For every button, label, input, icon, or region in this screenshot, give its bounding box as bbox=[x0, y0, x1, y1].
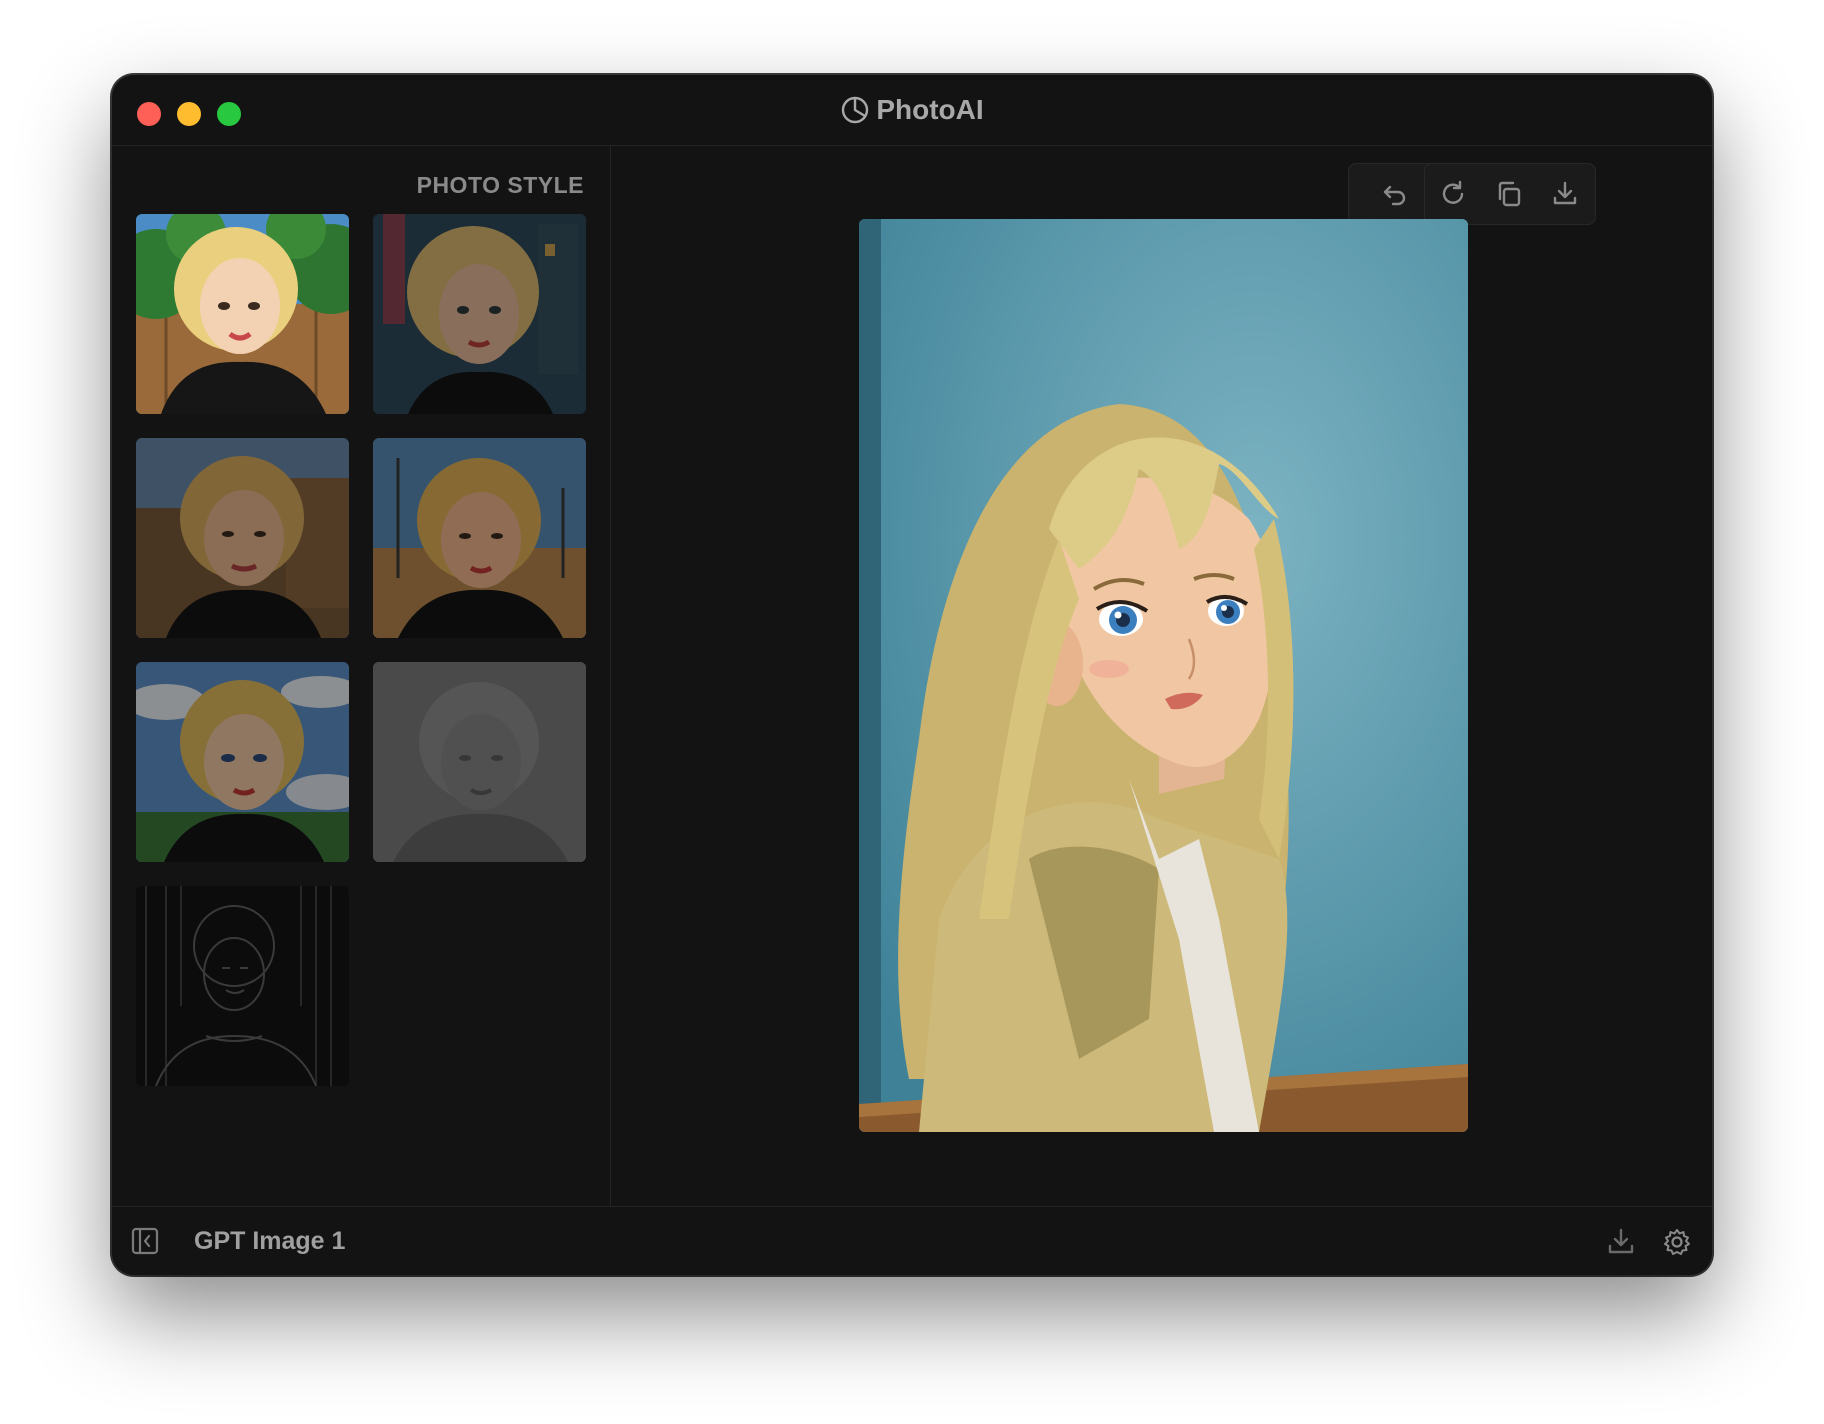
thumbnail-dim-overlay bbox=[373, 662, 586, 862]
photo-style-sidebar: PHOTO STYLE bbox=[112, 146, 611, 1206]
sidebar-heading: PHOTO STYLE bbox=[416, 172, 584, 198]
app-title: PhotoAI bbox=[112, 95, 1712, 125]
style-thumbnail-grayscale-photo[interactable] bbox=[373, 662, 586, 862]
download-button[interactable] bbox=[1537, 164, 1593, 224]
save-icon bbox=[1608, 1228, 1634, 1254]
style-thumbnail-anime-street[interactable] bbox=[373, 438, 586, 638]
image-actions-toolbar-group bbox=[1424, 163, 1596, 225]
style-thumbnail-illustrated-garden[interactable] bbox=[136, 214, 349, 414]
undo-button[interactable] bbox=[1367, 164, 1423, 224]
gear-icon bbox=[1664, 1229, 1690, 1255]
aperture-icon bbox=[842, 96, 869, 124]
app-window: PhotoAI PHOTO STYLE GPT Image 1 bbox=[112, 75, 1712, 1275]
style-thumbnail-line-art-sketch[interactable] bbox=[136, 886, 349, 1086]
refresh-icon bbox=[1442, 180, 1464, 204]
thumbnail-dim-overlay bbox=[136, 662, 349, 862]
regenerate-button[interactable] bbox=[1425, 164, 1481, 224]
settings-button[interactable] bbox=[1661, 1226, 1693, 1258]
copy-button[interactable] bbox=[1481, 164, 1537, 224]
undo-icon bbox=[1383, 185, 1406, 206]
download-icon bbox=[1553, 181, 1577, 205]
style-thumbnail-anime-city-night[interactable] bbox=[373, 214, 586, 414]
model-name-label[interactable]: GPT Image 1 bbox=[194, 1227, 345, 1256]
thumbnail-dim-overlay bbox=[373, 438, 586, 638]
toggle-sidebar-button[interactable] bbox=[130, 1226, 160, 1256]
app-title-text: PhotoAI bbox=[876, 94, 984, 125]
style-thumbnail-cartoon-sky[interactable] bbox=[136, 662, 349, 862]
title-bar: PhotoAI bbox=[112, 75, 1712, 146]
copy-icon bbox=[1498, 181, 1521, 207]
save-button[interactable] bbox=[1605, 1226, 1637, 1258]
bottom-bar: GPT Image 1 bbox=[112, 1206, 1712, 1275]
portrait-image bbox=[859, 219, 1468, 1132]
style-thumbnail-painted-cartoon[interactable] bbox=[136, 438, 349, 638]
sidebar-toggle-icon bbox=[131, 1227, 159, 1255]
thumbnail-dim-overlay bbox=[373, 214, 586, 414]
thumbnail-dim-overlay bbox=[136, 886, 349, 1086]
generated-image-preview bbox=[859, 219, 1468, 1132]
thumbnail-dim-overlay bbox=[136, 438, 349, 638]
